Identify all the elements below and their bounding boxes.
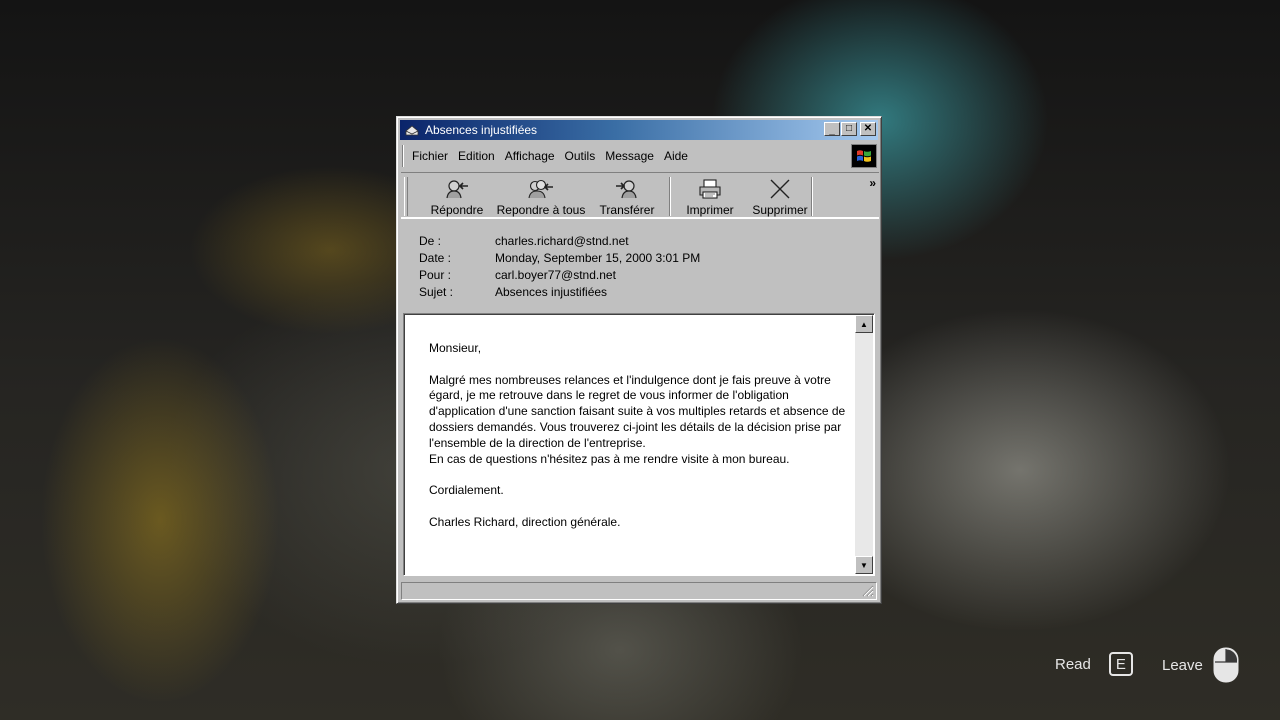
to-label: Pour : <box>419 268 452 282</box>
body-greeting: Monsieur, <box>429 341 482 355</box>
toolbar-separator <box>669 177 671 216</box>
scroll-up-button[interactable]: ▲ <box>855 315 873 333</box>
menu-message[interactable]: Message <box>605 149 654 163</box>
body-line: d'application d'une sanction faisant sui… <box>429 404 846 419</box>
windows-logo-icon <box>851 144 877 168</box>
body-signature: Charles Richard, direction générale. <box>429 514 621 529</box>
subject-value: Absences injustifiées <box>495 285 608 299</box>
to-value: carl.boyer77@stnd.net <box>495 268 616 282</box>
body-line: dossiers demandés. Vous trouverez ci-joi… <box>429 419 842 434</box>
body-line: En cas de questions n'hésitez pas à me r… <box>429 451 790 466</box>
resize-grip-icon[interactable] <box>862 585 874 597</box>
date-value: Monday, September 15, 2000 3:01 PM <box>495 251 701 265</box>
menu-edition[interactable]: Edition <box>458 149 495 163</box>
status-bar <box>401 582 877 600</box>
print-button[interactable]: Imprimer <box>675 175 745 217</box>
print-label: Imprimer <box>686 203 734 217</box>
toolbar-grip[interactable] <box>404 177 408 216</box>
title-bar[interactable]: Absences injustifiées _ □ ✕ <box>400 120 878 140</box>
reply-all-icon <box>528 179 553 199</box>
delete-x-icon <box>770 179 790 199</box>
more-chevron-icon[interactable]: » <box>869 176 875 190</box>
read-label: Read <box>1055 655 1091 673</box>
reply-button[interactable]: Répondre <box>421 175 493 217</box>
from-value: charles.richard@stnd.net <box>495 234 629 248</box>
window-title: Absences injustifiées <box>425 123 538 137</box>
subject-label: Sujet : <box>419 285 454 299</box>
delete-button[interactable]: Supprimer <box>745 175 815 217</box>
menu-outils[interactable]: Outils <box>565 149 596 163</box>
vertical-scrollbar[interactable]: ▲ ▼ <box>855 315 873 574</box>
menu-affichage[interactable]: Affichage <box>505 149 555 163</box>
menu-bar: Fichier Edition Affichage Outils Message… <box>403 145 844 167</box>
forward-label: Transférer <box>599 203 655 217</box>
body-line: égard, je me retrouve dans le regret de … <box>429 388 789 403</box>
toolbar: Répondre Repondre à tous Transférer Impr… <box>401 172 879 219</box>
read-prompt: Read E <box>1055 652 1133 676</box>
email-window: Absences injustifiées _ □ ✕ Fichier Edit… <box>396 116 882 604</box>
message-headers: De : charles.richard@stnd.net Date : Monda… <box>419 234 700 302</box>
body-closing: Cordialement. <box>429 483 504 498</box>
date-label: Date : <box>419 251 452 265</box>
mouse-right-click-icon <box>1213 647 1239 683</box>
scroll-down-button[interactable]: ▼ <box>855 556 873 574</box>
e-key-icon: E <box>1108 652 1133 676</box>
from-label: De : <box>419 234 442 248</box>
message-body: Monsieur, Malgré mes nombreuses relances… <box>429 341 849 546</box>
menu-fichier[interactable]: Fichier <box>412 149 448 163</box>
leave-label: Leave <box>1162 656 1203 674</box>
reply-label: Répondre <box>430 203 484 217</box>
mail-icon <box>405 125 419 136</box>
close-button[interactable]: ✕ <box>860 122 876 136</box>
forward-icon <box>616 180 637 199</box>
reply-icon <box>446 180 468 199</box>
message-body-pane[interactable]: Monsieur, Malgré mes nombreuses relances… <box>403 313 875 576</box>
body-line: Malgré mes nombreuses relances et l'indu… <box>429 372 831 387</box>
toolbar-separator <box>811 177 813 216</box>
forward-button[interactable]: Transférer <box>591 175 663 217</box>
reply-all-label: Repondre à tous <box>496 203 586 217</box>
leave-prompt: Leave <box>1162 647 1239 683</box>
menu-aide[interactable]: Aide <box>664 149 688 163</box>
maximize-button[interactable]: □ <box>841 122 857 136</box>
minimize-button[interactable]: _ <box>824 122 840 136</box>
reply-all-button[interactable]: Repondre à tous <box>493 175 589 217</box>
delete-label: Supprimer <box>752 203 808 217</box>
body-line: l'ensemble de la direction de l'entrepri… <box>429 435 646 450</box>
printer-icon <box>699 179 721 199</box>
